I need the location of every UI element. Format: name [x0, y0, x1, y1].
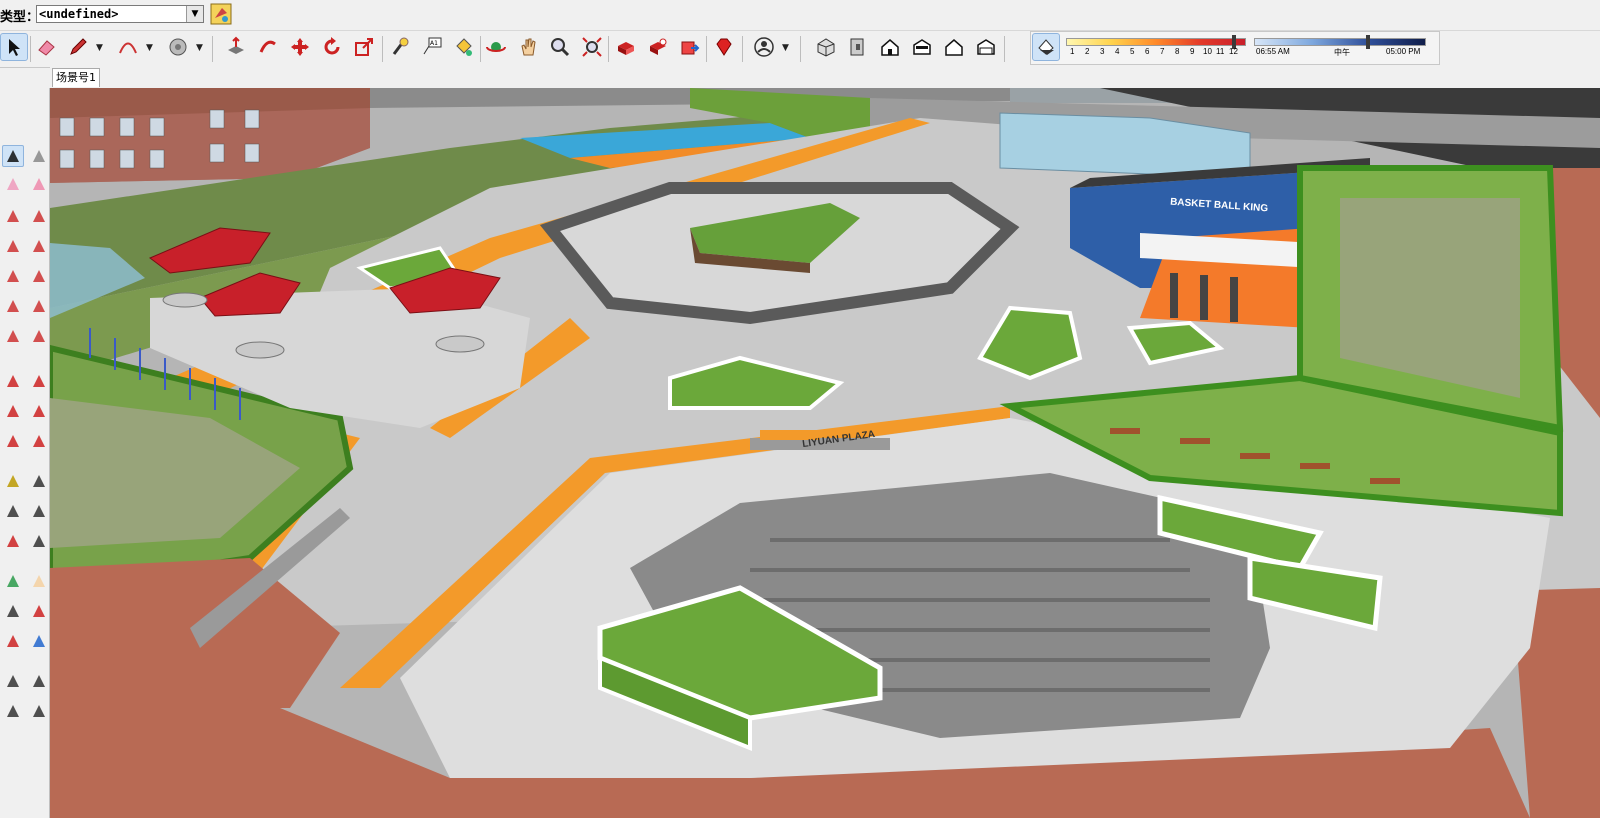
month-tick: 2	[1085, 47, 1090, 56]
zoom-icon[interactable]	[546, 33, 574, 61]
time-start-label: 06:55 AM	[1256, 47, 1290, 56]
move-icon[interactable]	[2, 370, 24, 392]
month-tick: 7	[1160, 47, 1165, 56]
month-tick: 5	[1130, 47, 1135, 56]
orbit-icon[interactable]	[482, 33, 510, 61]
offset-icon[interactable]	[164, 33, 192, 61]
extension-warehouse-icon[interactable]	[644, 33, 672, 61]
type-select[interactable]: <undefined>	[36, 5, 204, 23]
position-camera-icon[interactable]	[2, 670, 24, 692]
scene-tab-strip	[50, 66, 1600, 88]
eraser-icon[interactable]	[32, 33, 60, 61]
select-icon[interactable]	[2, 145, 24, 167]
right-view-icon[interactable]	[908, 33, 936, 61]
axes-icon[interactable]	[2, 530, 24, 552]
protractor-icon[interactable]	[2, 500, 24, 522]
previous-view-icon[interactable]	[28, 630, 50, 652]
left-view-icon[interactable]	[972, 33, 1000, 61]
text-icon[interactable]	[28, 500, 50, 522]
chevron-down-icon[interactable]: ▼	[782, 43, 789, 53]
month-tick: 8	[1175, 47, 1180, 56]
chevron-down-icon[interactable]: ▼	[186, 6, 203, 22]
component-icon[interactable]	[28, 145, 50, 167]
polygon-icon[interactable]	[28, 265, 50, 287]
month-tick: 11	[1216, 47, 1225, 56]
chevron-down-icon[interactable]: ▼	[196, 43, 203, 53]
plaza-sign-text: LIYUAN PLAZA	[801, 428, 876, 451]
circle-icon[interactable]	[2, 265, 24, 287]
top-view-icon[interactable]	[844, 33, 872, 61]
pie-icon[interactable]	[28, 325, 50, 347]
court-text: BASKET BALL KING	[1169, 196, 1269, 215]
look-around-icon[interactable]	[28, 670, 50, 692]
tab-scene-1[interactable]: 场景号1	[52, 68, 100, 87]
tape-measure-icon[interactable]	[386, 33, 414, 61]
arc-2pt-icon[interactable]	[28, 295, 50, 317]
month-tick: 6	[1145, 47, 1150, 56]
entity-type-bar	[0, 0, 1600, 30]
month-tick: 4	[1115, 47, 1120, 56]
eraser-icon[interactable]	[28, 173, 50, 195]
shadow-toggle-icon[interactable]	[1032, 33, 1060, 61]
chevron-down-icon[interactable]: ▼	[96, 43, 103, 53]
chevron-down-icon[interactable]: ▼	[146, 43, 153, 53]
pencil-icon[interactable]	[64, 33, 92, 61]
share-model-icon[interactable]	[676, 33, 704, 61]
time-mid-label: 中午	[1334, 48, 1350, 57]
user-icon[interactable]	[750, 33, 778, 61]
arc-3pt-icon[interactable]	[2, 325, 24, 347]
type-label: 类型：	[0, 10, 40, 25]
rotate-icon[interactable]	[318, 33, 346, 61]
paint-bucket-icon[interactable]	[2, 173, 24, 195]
iso-view-icon[interactable]	[812, 33, 840, 61]
warehouse-icon[interactable]	[612, 33, 640, 61]
rotate-icon[interactable]	[2, 400, 24, 422]
zoom-extents-icon[interactable]	[578, 33, 606, 61]
offset-icon[interactable]	[28, 430, 50, 452]
paint-material-icon[interactable]	[210, 3, 232, 25]
shadow-time-slider[interactable]	[1254, 38, 1426, 46]
model-viewport[interactable]: LIYUAN PLAZA BASKET BALL KING	[50, 88, 1600, 818]
zoom-extents-icon[interactable]	[2, 630, 24, 652]
line-icon[interactable]	[2, 205, 24, 227]
push-pull-icon[interactable]	[28, 370, 50, 392]
paint-bucket-icon[interactable]	[450, 33, 478, 61]
month-tick: 10	[1203, 47, 1212, 56]
shadow-month-slider[interactable]	[1066, 38, 1246, 46]
orbit-icon[interactable]	[2, 570, 24, 592]
section-plane-icon[interactable]	[28, 700, 50, 722]
walk-icon[interactable]	[2, 700, 24, 722]
pan-icon[interactable]	[28, 570, 50, 592]
follow-me-icon[interactable]	[254, 33, 282, 61]
month-tick: 9	[1190, 47, 1195, 56]
tape-measure-icon[interactable]	[2, 470, 24, 492]
scale-icon[interactable]	[350, 33, 378, 61]
zoom-icon[interactable]	[2, 600, 24, 622]
3d-text-icon[interactable]	[28, 530, 50, 552]
shadow-time-thumb[interactable]	[1366, 35, 1370, 49]
svg-text:A1: A1	[430, 40, 438, 47]
time-end-label: 05:00 PM	[1386, 47, 1421, 56]
scale-icon[interactable]	[2, 430, 24, 452]
select-icon[interactable]	[0, 33, 28, 61]
follow-me-icon[interactable]	[28, 400, 50, 422]
text-icon[interactable]: A1	[418, 33, 446, 61]
dimension-icon[interactable]	[28, 470, 50, 492]
ruby-icon[interactable]	[710, 33, 738, 61]
pan-icon[interactable]	[514, 33, 542, 61]
back-view-icon[interactable]	[940, 33, 968, 61]
month-tick: 1	[1070, 47, 1075, 56]
arc-icon[interactable]	[114, 33, 142, 61]
zoom-window-icon[interactable]	[28, 600, 50, 622]
freehand-icon[interactable]	[28, 205, 50, 227]
arc-icon[interactable]	[2, 295, 24, 317]
rectangle-icon[interactable]	[2, 235, 24, 257]
move-icon[interactable]	[286, 33, 314, 61]
push-pull-icon[interactable]	[222, 33, 250, 61]
rotated-rect-icon[interactable]	[28, 235, 50, 257]
month-tick: 3	[1100, 47, 1105, 56]
scene-labels: LIYUAN PLAZA BASKET BALL KING	[50, 88, 1600, 818]
front-view-icon[interactable]	[876, 33, 904, 61]
month-tick: 12	[1229, 47, 1238, 56]
